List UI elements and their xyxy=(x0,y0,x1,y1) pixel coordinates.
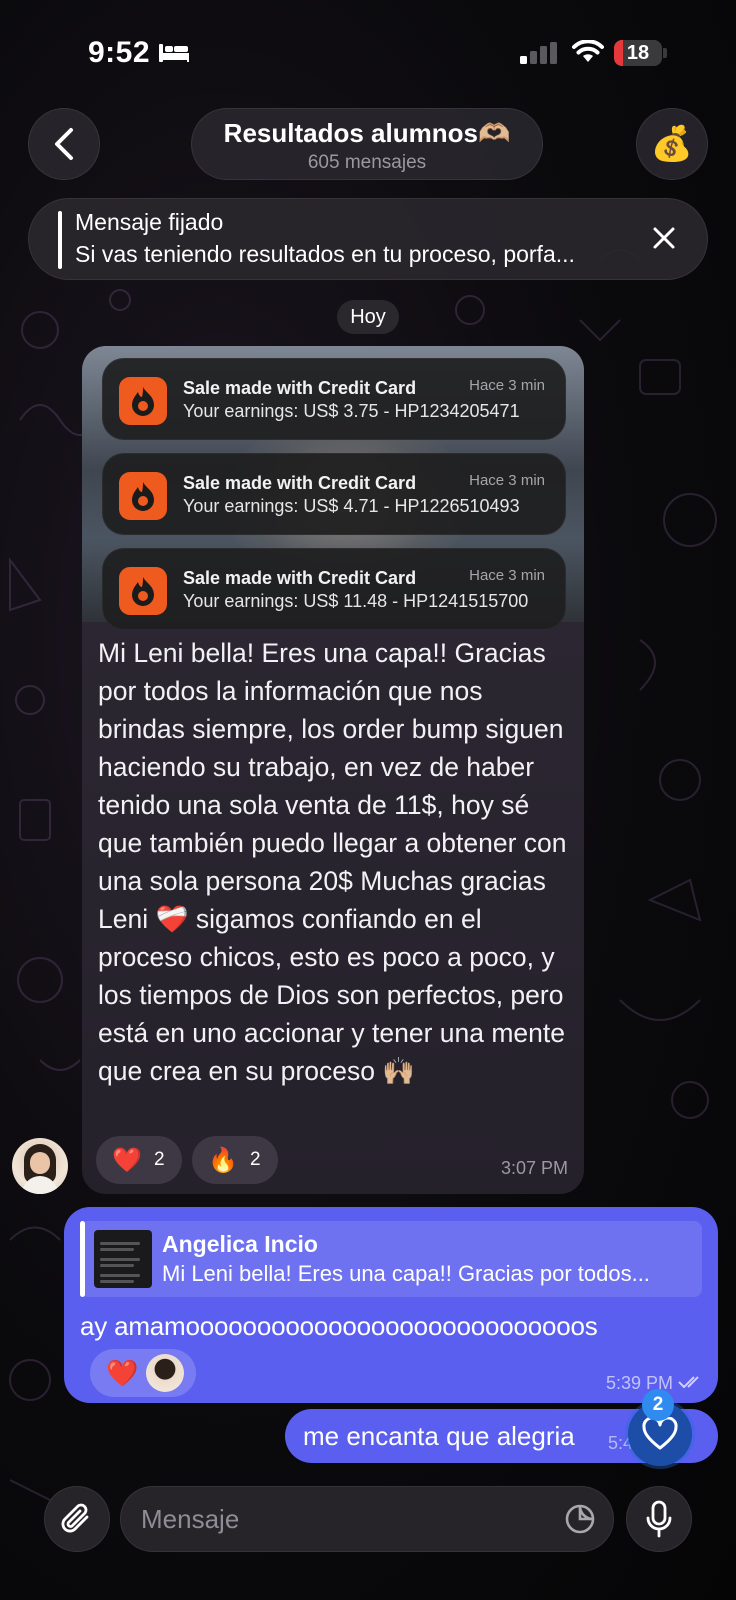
double-check-icon xyxy=(678,1376,699,1389)
reaction-heart[interactable]: ❤️ xyxy=(90,1349,196,1397)
voice-message-button[interactable] xyxy=(626,1486,692,1552)
hotmart-flame-icon xyxy=(119,567,167,615)
money-bag-icon: 💰 xyxy=(650,125,694,163)
hotmart-flame-icon xyxy=(119,472,167,520)
sleep-focus-icon xyxy=(159,44,189,62)
quote-sender-name: Angelica Incio xyxy=(162,1231,318,1257)
cellular-signal-icon xyxy=(520,42,557,64)
pinned-accent-bar xyxy=(58,211,62,269)
reaction-count: 2 xyxy=(250,1149,261,1170)
close-icon[interactable] xyxy=(651,225,677,251)
outgoing-message-bubble[interactable]: Angelica Incio Mi Leni bella! Eres una c… xyxy=(64,1207,718,1403)
notification-body: Your earnings: US$ 4.71 - HP1226510493 xyxy=(183,496,520,516)
attach-button[interactable] xyxy=(44,1486,110,1552)
reaction-count: 2 xyxy=(154,1149,165,1170)
quote-text: Mi Leni bella! Eres una capa!! Gracias p… xyxy=(162,1261,650,1286)
reaction-heart[interactable]: ❤️ 2 xyxy=(96,1136,182,1184)
heart-outline-icon xyxy=(642,1417,678,1450)
sticker-icon[interactable] xyxy=(564,1503,596,1535)
sale-notification: Sale made with Credit Card Hace 3 min Yo… xyxy=(102,548,566,630)
sale-notification: Sale made with Credit Card Hace 3 min Yo… xyxy=(102,358,566,440)
microphone-icon xyxy=(646,1500,672,1538)
message-count: 605 mensajes xyxy=(307,152,427,173)
heart-icon: ❤️ xyxy=(106,1358,139,1388)
chat-title: Resultados alumnos🫶🏼 xyxy=(223,118,511,148)
date-separator: Hoy xyxy=(337,300,399,334)
pinned-text: Si vas teniendo resultados en tu proceso… xyxy=(75,241,575,267)
status-time: 9:52 xyxy=(88,36,151,69)
battery-icon: 18 xyxy=(614,40,667,66)
reaction-count-badge: 2 xyxy=(642,1389,674,1421)
message-input[interactable] xyxy=(120,1486,614,1552)
incoming-message-bubble[interactable]: Sale made with Credit Card Hace 3 min Yo… xyxy=(82,346,584,1194)
message-timestamp: 3:07 PM xyxy=(500,1158,568,1178)
notification-title: Sale made with Credit Card xyxy=(183,568,417,588)
notification-body: Your earnings: US$ 3.75 - HP1234205471 xyxy=(183,401,520,421)
attached-screenshot[interactable]: Sale made with Credit Card Hace 3 min Yo… xyxy=(82,346,584,630)
wifi-icon xyxy=(572,40,604,62)
reactor-avatar xyxy=(146,1354,184,1392)
hotmart-flame-icon xyxy=(119,377,167,425)
notification-title: Sale made with Credit Card xyxy=(183,473,417,493)
notification-body: Your earnings: US$ 11.48 - HP1241515700 xyxy=(183,591,529,611)
notification-time: Hace 3 min xyxy=(469,377,545,394)
paperclip-icon xyxy=(61,1503,89,1533)
quote-thumbnail xyxy=(94,1230,152,1288)
pinned-title: Mensaje fijado xyxy=(75,209,224,235)
notification-time: Hace 3 min xyxy=(469,567,545,584)
chat-header[interactable]: Resultados alumnos🫶🏼 605 mensajes xyxy=(191,108,543,180)
status-bar: 9:52 18 xyxy=(0,0,736,100)
reply-quote[interactable]: Angelica Incio Mi Leni bella! Eres una c… xyxy=(80,1221,702,1297)
message-text: ay amamoooooooooooooooooooooooooooos xyxy=(80,1311,598,1341)
chevron-left-icon xyxy=(55,128,73,160)
heart-icon: ❤️ xyxy=(112,1146,142,1174)
reaction-fire[interactable]: 🔥 2 xyxy=(192,1136,278,1184)
sale-notification: Sale made with Credit Card Hace 3 min Yo… xyxy=(102,453,566,535)
notification-title: Sale made with Credit Card xyxy=(183,378,417,398)
back-button[interactable] xyxy=(28,108,100,180)
fire-icon: 🔥 xyxy=(208,1146,238,1174)
sender-avatar[interactable] xyxy=(12,1138,68,1194)
notification-time: Hace 3 min xyxy=(469,472,545,489)
battery-percentage: 18 xyxy=(626,42,650,64)
quote-accent-bar xyxy=(80,1221,85,1297)
message-text: me encanta que alegria xyxy=(303,1421,575,1451)
chat-avatar-button[interactable]: 💰 xyxy=(636,108,708,180)
pinned-message-bar[interactable]: Mensaje fijado Si vas teniendo resultado… xyxy=(28,198,708,280)
message-text: Mi Leni bella! Eres una capa!! Gracias p… xyxy=(98,638,567,1086)
